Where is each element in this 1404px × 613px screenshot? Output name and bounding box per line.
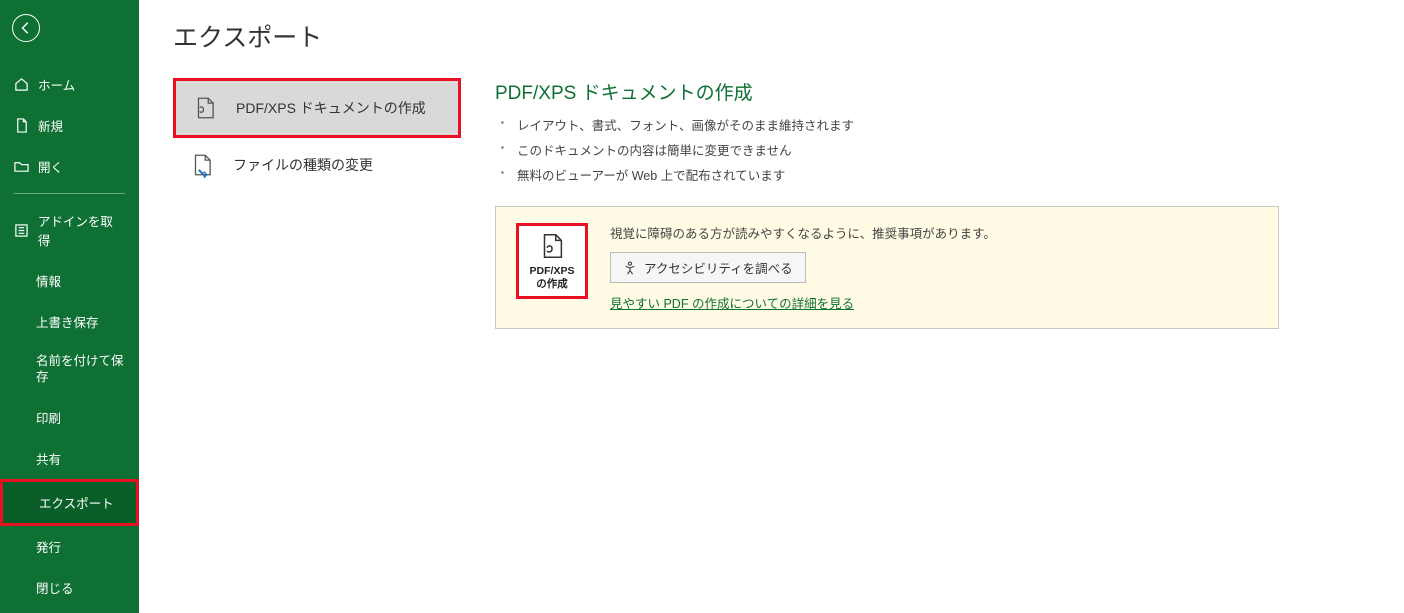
note-text: 視覚に障碍のある方が読みやすくなるように、推奨事項があります。 <box>610 223 1258 242</box>
option-label: ファイルの種類の変更 <box>233 155 373 175</box>
option-label: PDF/XPS ドキュメントの作成 <box>236 98 426 118</box>
content-row: PDF/XPS ドキュメントの作成 ファイルの種類の変更 PDF/XPS ドキュ… <box>173 78 1370 329</box>
sidebar-item-save-as[interactable]: 名前を付けて保存 <box>0 342 139 397</box>
backstage-sidebar: ホーム 新規 開く アドインを取得 情報 上書き保存 名前を付けて保存 印刷 共… <box>0 0 139 613</box>
sidebar-item-label: 発行 <box>36 537 61 556</box>
change-type-icon <box>189 152 215 178</box>
accessibility-icon <box>623 261 637 275</box>
sidebar-item-new[interactable]: 新規 <box>0 105 139 146</box>
sidebar-item-close[interactable]: 閉じる <box>0 567 139 608</box>
pdf-icon <box>537 231 567 261</box>
sidebar-item-publish[interactable]: 発行 <box>0 526 139 567</box>
detail-list: レイアウト、書式、フォント、画像がそのまま維持されます このドキュメントの内容は… <box>495 115 1370 184</box>
create-button-label-line1: PDF/XPS <box>530 265 575 277</box>
option-change-file-type[interactable]: ファイルの種類の変更 <box>173 138 461 192</box>
back-button[interactable] <box>12 14 40 42</box>
check-accessibility-button[interactable]: アクセシビリティを調べる <box>610 252 806 283</box>
sidebar-item-label: 印刷 <box>36 408 61 427</box>
detail-bullet: このドキュメントの内容は簡単に変更できません <box>495 140 1370 159</box>
sidebar-item-label: エクスポート <box>39 493 114 512</box>
a11y-button-label: アクセシビリティを調べる <box>644 258 793 277</box>
sidebar-item-home[interactable]: ホーム <box>0 64 139 105</box>
sidebar-item-share[interactable]: 共有 <box>0 438 139 479</box>
export-detail: PDF/XPS ドキュメントの作成 レイアウト、書式、フォント、画像がそのまま維… <box>495 78 1370 329</box>
sidebar-item-label: 名前を付けて保存 <box>36 353 125 386</box>
sidebar-item-addins[interactable]: アドインを取得 <box>0 200 139 260</box>
create-pdfxps-button[interactable]: PDF/XPS の作成 <box>516 223 588 299</box>
sidebar-item-label: 上書き保存 <box>36 312 99 331</box>
detail-bullet: レイアウト、書式、フォント、画像がそのまま維持されます <box>495 115 1370 134</box>
create-button-label-line2: の作成 <box>536 278 568 290</box>
sidebar-item-label: 新規 <box>38 116 63 135</box>
pdf-accessibility-link[interactable]: 見やすい PDF の作成についての詳細を見る <box>610 293 1258 312</box>
note-body: 視覚に障碍のある方が読みやすくなるように、推奨事項があります。 アクセシビリティ… <box>610 223 1258 312</box>
sidebar-item-label: 共有 <box>36 449 61 468</box>
sidebar-item-info[interactable]: 情報 <box>0 260 139 301</box>
option-create-pdfxps[interactable]: PDF/XPS ドキュメントの作成 <box>173 78 461 138</box>
sidebar-item-label: 開く <box>38 157 63 176</box>
sidebar-divider <box>14 193 125 194</box>
arrow-left-icon <box>19 21 33 35</box>
home-icon <box>14 77 29 92</box>
pdf-icon <box>192 95 218 121</box>
detail-heading: PDF/XPS ドキュメントの作成 <box>495 78 1370 105</box>
sidebar-item-label: アドインを取得 <box>38 211 125 249</box>
accessibility-panel: PDF/XPS の作成 視覚に障碍のある方が読みやすくなるように、推奨事項があり… <box>495 206 1279 329</box>
sidebar-item-print[interactable]: 印刷 <box>0 397 139 438</box>
sidebar-item-save[interactable]: 上書き保存 <box>0 301 139 342</box>
export-options: PDF/XPS ドキュメントの作成 ファイルの種類の変更 <box>173 78 461 329</box>
sidebar-item-label: 閉じる <box>36 578 74 597</box>
folder-open-icon <box>14 159 29 174</box>
page-title: エクスポート <box>173 18 1370 54</box>
sidebar-item-label: ホーム <box>38 75 75 94</box>
sidebar-item-export[interactable]: エクスポート <box>0 479 139 526</box>
detail-bullet: 無料のビューアーが Web 上で配布されています <box>495 165 1370 184</box>
addin-icon <box>14 223 29 238</box>
main-content: エクスポート PDF/XPS ドキュメントの作成 ファイルの種類の変更 PDF/… <box>139 0 1404 613</box>
sidebar-item-label: 情報 <box>36 271 61 290</box>
sidebar-item-open[interactable]: 開く <box>0 146 139 187</box>
document-icon <box>14 118 29 133</box>
